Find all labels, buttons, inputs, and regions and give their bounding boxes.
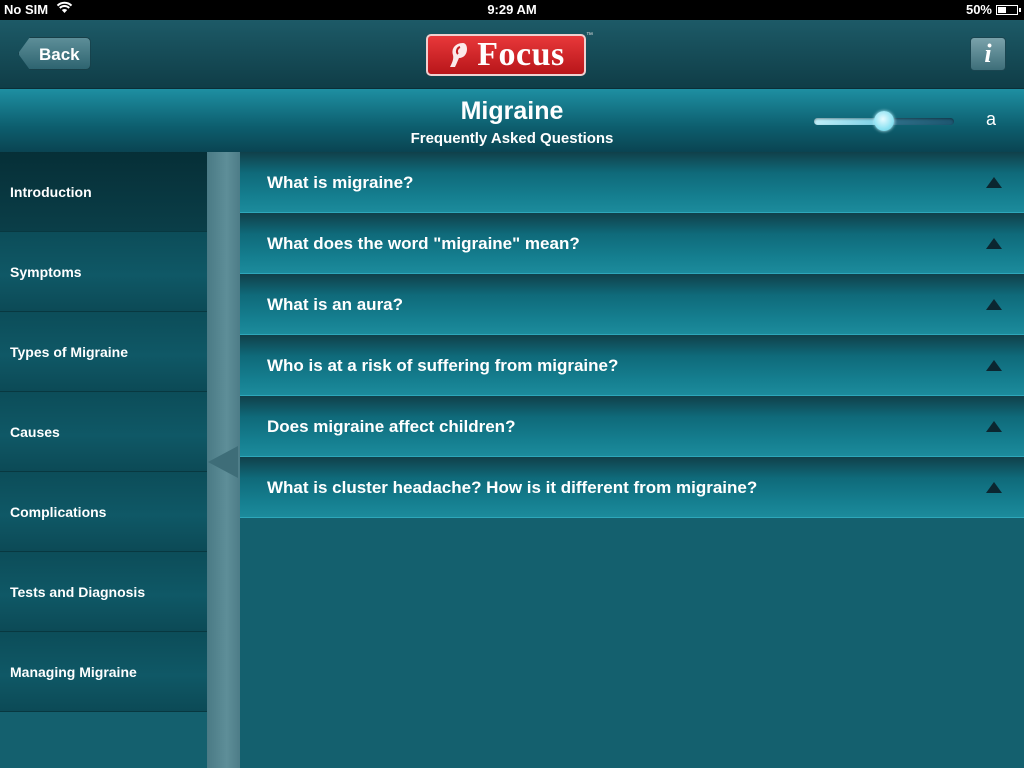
faq-question: What is an aura?: [267, 295, 404, 314]
logo-mark-icon: [450, 43, 468, 67]
faq-question: Who is at a risk of suffering from migra…: [267, 356, 619, 375]
page-subtitle: Frequently Asked Questions: [410, 130, 614, 147]
faq-item[interactable]: Does migraine affect children?: [240, 396, 1024, 457]
status-bar: No SIM 9:29 AM 50%: [0, 0, 1024, 20]
sidebar-item-label: Complications: [10, 503, 107, 520]
faq-item[interactable]: What is migraine?: [240, 152, 1024, 213]
navigation-bar: Back Focus ™ i: [0, 20, 1024, 89]
faq-item[interactable]: Who is at a risk of suffering from migra…: [240, 335, 1024, 396]
faq-question: What is migraine?: [267, 173, 414, 192]
info-button[interactable]: i: [970, 37, 1006, 71]
sidebar-item-label: Symptoms: [10, 263, 82, 280]
font-size-label: a: [986, 109, 997, 129]
sidebar-item-label: Causes: [10, 423, 60, 440]
sidebar-item-complications[interactable]: Complications: [0, 472, 207, 552]
sidebar-item-label: Introduction: [10, 183, 92, 200]
expand-arrow-icon[interactable]: [986, 360, 1002, 371]
font-size-slider[interactable]: [814, 111, 954, 131]
faq-question: Does migraine affect children?: [267, 417, 516, 436]
expand-arrow-icon[interactable]: [986, 421, 1002, 432]
title-band: Migraine Frequently Asked Questions a: [0, 89, 1024, 152]
faq-question: What is cluster headache? How is it diff…: [267, 478, 758, 497]
battery-icon: [996, 4, 1021, 15]
clock: 9:29 AM: [487, 2, 537, 17]
faq-question: What does the word "migraine" mean?: [267, 234, 580, 253]
focus-logo: Focus ™: [426, 32, 593, 76]
faq-list: What is migraine? What does the word "mig…: [240, 152, 1024, 518]
faq-item[interactable]: What does the word "migraine" mean?: [240, 213, 1024, 274]
sidebar-item-tests-and-diagnosis[interactable]: Tests and Diagnosis: [0, 552, 207, 632]
expand-arrow-icon[interactable]: [986, 238, 1002, 249]
faq-item[interactable]: What is cluster headache? How is it diff…: [240, 457, 1024, 518]
slider-thumb[interactable]: [874, 111, 894, 131]
sidebar-item-causes[interactable]: Causes: [0, 392, 207, 472]
selection-pointer-icon: [208, 446, 238, 478]
trademark-mark: ™: [586, 32, 593, 39]
sidebar-item-symptoms[interactable]: Symptoms: [0, 232, 207, 312]
battery-indicator: 50%: [965, 2, 1021, 17]
expand-arrow-icon[interactable]: [986, 177, 1002, 188]
sidebar-item-introduction[interactable]: Introduction: [0, 152, 207, 232]
sidebar-item-label: Managing Migraine: [10, 663, 137, 680]
faq-item[interactable]: What is an aura?: [240, 274, 1024, 335]
logo-text: Focus: [477, 36, 565, 73]
expand-arrow-icon[interactable]: [986, 299, 1002, 310]
battery-percent: 50%: [965, 2, 992, 17]
sidebar-item-label: Types of Migraine: [10, 343, 128, 360]
sidebar-item-managing-migraine[interactable]: Managing Migraine: [0, 632, 207, 712]
back-button[interactable]: Back: [18, 37, 91, 70]
sidebar-item-types-of-migraine[interactable]: Types of Migraine: [0, 312, 207, 392]
battery-fill: [998, 6, 1006, 13]
sidebar-item-label: Tests and Diagnosis: [10, 583, 146, 600]
expand-arrow-icon[interactable]: [986, 482, 1002, 493]
sidebar-menu: Introduction Symptoms Types of Migraine Cau…: [0, 152, 207, 768]
